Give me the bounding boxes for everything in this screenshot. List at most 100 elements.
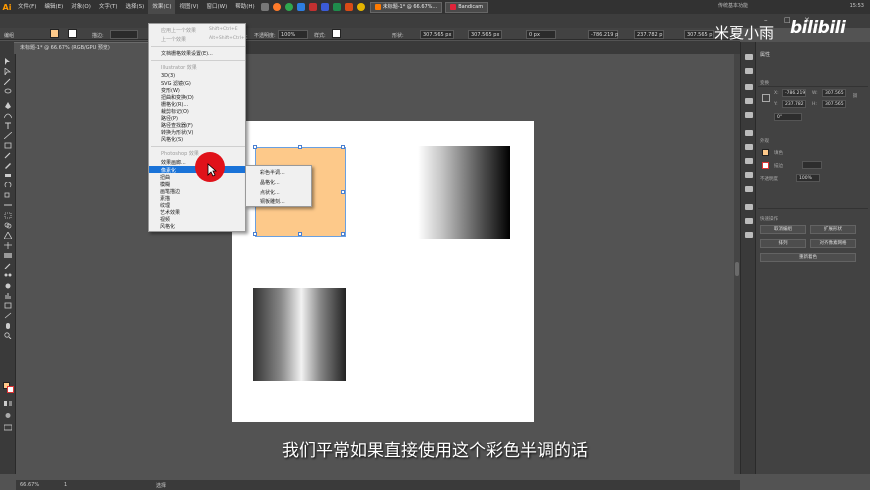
style-swatch[interactable] bbox=[332, 29, 341, 38]
menu-edit[interactable]: 编辑(E) bbox=[40, 0, 67, 14]
stroke-swatch-panel[interactable] bbox=[762, 162, 769, 169]
curvature-tool-icon[interactable] bbox=[3, 112, 13, 119]
appearance-panel-icon[interactable] bbox=[745, 172, 753, 178]
properties-title[interactable]: 属性 bbox=[760, 51, 770, 58]
libraries-panel-icon[interactable] bbox=[745, 68, 753, 74]
brushes-panel-icon[interactable] bbox=[745, 98, 753, 104]
pen-tool-icon[interactable] bbox=[4, 102, 12, 109]
x-field[interactable]: -786.219 p bbox=[588, 30, 618, 39]
reference-point-icon[interactable] bbox=[762, 94, 770, 102]
menu-stylize-ps[interactable]: 风格化 bbox=[160, 223, 175, 230]
menu-crystallize[interactable]: 晶格化... bbox=[260, 179, 280, 186]
menu-mezzotint[interactable]: 铜板雕刻... bbox=[260, 198, 285, 205]
slice-tool-icon[interactable] bbox=[4, 312, 12, 319]
workspace-switcher[interactable]: 传统基本功能 bbox=[718, 2, 748, 9]
bounding-handle[interactable] bbox=[298, 232, 302, 236]
shape-builder-icon[interactable] bbox=[4, 222, 12, 229]
menu-pointillize[interactable]: 点状化... bbox=[260, 189, 280, 196]
menu-stylize-ai[interactable]: 风格化(S) bbox=[161, 136, 183, 143]
align-pixel-grid-button[interactable]: 对齐像素网格 bbox=[810, 239, 856, 248]
menu-convert-to-shape[interactable]: 转换为形状(V) bbox=[161, 129, 193, 136]
menu-distort-transform[interactable]: 扭曲和变换(D) bbox=[161, 94, 194, 101]
h-input[interactable]: 307.565 bbox=[822, 100, 846, 108]
stroke-color-icon[interactable] bbox=[7, 386, 14, 393]
grid-icon[interactable] bbox=[260, 3, 269, 11]
swatches-panel-icon[interactable] bbox=[745, 84, 753, 90]
menu-3d[interactable]: 3D(3) bbox=[161, 73, 175, 79]
artboards-panel-icon[interactable] bbox=[745, 218, 753, 224]
eraser-tool-icon[interactable] bbox=[4, 172, 12, 179]
fill-swatch[interactable] bbox=[50, 29, 59, 38]
transparency-panel-icon[interactable] bbox=[745, 158, 753, 164]
menu-blur[interactable]: 模糊 bbox=[160, 181, 170, 188]
rotate-tool-icon[interactable] bbox=[4, 181, 12, 189]
expand-shape-button[interactable]: 扩展形状 bbox=[810, 225, 856, 234]
y-input[interactable]: 237.782 bbox=[782, 100, 806, 108]
color-mode-icon[interactable] bbox=[4, 400, 12, 407]
column-graph-icon[interactable] bbox=[4, 292, 12, 299]
type-tool-icon[interactable] bbox=[4, 122, 12, 129]
shape-height-field[interactable]: 307.565 px bbox=[468, 30, 502, 39]
chrome-icon[interactable] bbox=[284, 3, 293, 11]
blend-tool-icon[interactable] bbox=[4, 272, 12, 279]
bounding-handle[interactable] bbox=[253, 145, 257, 149]
rectangle-tool-icon[interactable] bbox=[4, 142, 12, 149]
menu-warp[interactable]: 变形(W) bbox=[161, 87, 180, 94]
pencil-tool-icon[interactable] bbox=[4, 162, 12, 169]
word-icon[interactable] bbox=[320, 3, 329, 11]
bounding-handle[interactable] bbox=[253, 232, 257, 236]
menu-select[interactable]: 选择(S) bbox=[122, 0, 149, 14]
angle-input[interactable]: 0° bbox=[774, 113, 802, 121]
menu-help[interactable]: 帮助(H) bbox=[231, 0, 258, 14]
stroke-swatch[interactable] bbox=[68, 29, 77, 38]
white-to-black-gradient-square[interactable] bbox=[418, 146, 510, 239]
bounding-handle[interactable] bbox=[298, 145, 302, 149]
bounding-handle[interactable] bbox=[341, 145, 345, 149]
width-tool-icon[interactable] bbox=[4, 202, 12, 209]
magic-wand-icon[interactable] bbox=[3, 78, 12, 86]
menu-document-raster-settings[interactable]: 文档栅格效果设置(E)... bbox=[161, 50, 213, 57]
page-number[interactable]: 1 bbox=[64, 482, 67, 488]
menu-video[interactable]: 视频 bbox=[160, 216, 170, 223]
menu-view[interactable]: 视图(V) bbox=[175, 0, 202, 14]
menu-file[interactable]: 文件(F) bbox=[14, 0, 40, 14]
line-tool-icon[interactable] bbox=[3, 131, 13, 140]
x-input[interactable]: -786.219 bbox=[782, 89, 806, 97]
screen-mode-icon[interactable] bbox=[3, 424, 13, 431]
menu-sketch[interactable]: 素描 bbox=[160, 195, 170, 202]
direct-selection-tool-icon[interactable] bbox=[4, 67, 12, 77]
menu-svg-filters[interactable]: SVG 滤镜(G) bbox=[161, 80, 191, 87]
document-tab[interactable]: 未标题-1* @ 66.67% (RGB/GPU 预览) bbox=[14, 42, 154, 54]
opacity-input[interactable]: 100% bbox=[796, 174, 820, 182]
firefox-icon[interactable] bbox=[272, 3, 281, 11]
symbol-sprayer-icon[interactable] bbox=[4, 282, 12, 289]
menu-type[interactable]: 文字(T) bbox=[95, 0, 122, 14]
scale-tool-icon[interactable] bbox=[4, 192, 12, 199]
scrollbar-thumb[interactable] bbox=[735, 262, 739, 276]
menu-distort[interactable]: 扭曲 bbox=[160, 174, 170, 181]
lasso-icon[interactable] bbox=[4, 88, 12, 95]
links-panel-icon[interactable] bbox=[745, 232, 753, 238]
opacity-field[interactable]: 100% bbox=[278, 30, 308, 39]
app-icon[interactable] bbox=[308, 3, 317, 11]
bounding-handle[interactable] bbox=[341, 190, 345, 194]
symbols-panel-icon[interactable] bbox=[745, 112, 753, 118]
ppt-icon[interactable] bbox=[344, 3, 353, 11]
free-transform-icon[interactable] bbox=[4, 212, 12, 219]
layers-panel-icon[interactable] bbox=[745, 204, 753, 210]
menu-artistic[interactable]: 艺术效果 bbox=[160, 209, 180, 216]
gradient-panel-icon[interactable] bbox=[745, 144, 753, 150]
stroke-weight-field[interactable] bbox=[110, 30, 138, 39]
graphic-styles-icon[interactable] bbox=[745, 186, 753, 192]
recolor-button[interactable]: 重新着色 bbox=[760, 253, 856, 262]
menu-last-effect[interactable]: 上一个效果 bbox=[161, 36, 186, 43]
w-input[interactable]: 307.565 bbox=[822, 89, 846, 97]
taskbar-tab-bandicam[interactable]: Bandicam bbox=[445, 1, 489, 13]
ungroup-button[interactable]: 取消编组 bbox=[760, 225, 806, 234]
taskbar-tab-illustrator[interactable]: 未标题-1* @ 66.67%... bbox=[369, 1, 443, 13]
zoom-level[interactable]: 66.67% bbox=[20, 482, 39, 488]
menu-apply-last-effect[interactable]: 应用上一个效果 bbox=[161, 27, 196, 34]
stroke-weight-input[interactable] bbox=[802, 161, 822, 169]
media-icon[interactable] bbox=[356, 3, 365, 11]
gradient-tool-icon[interactable] bbox=[4, 252, 12, 259]
